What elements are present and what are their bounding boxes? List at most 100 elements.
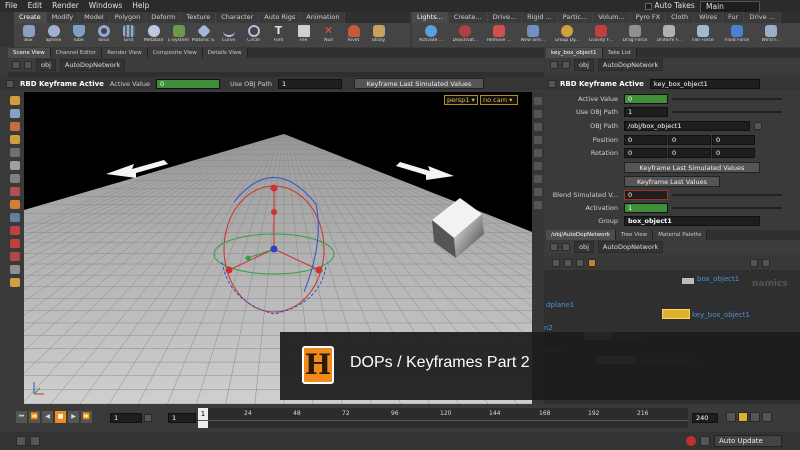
node-chooser-icon[interactable] <box>754 122 762 130</box>
shelf-tab-animation[interactable]: Animation <box>301 12 346 23</box>
tool-wind-force[interactable]: Wind F... <box>754 23 788 47</box>
obj-path-input[interactable]: /obj/box_object1 <box>624 121 750 131</box>
tool-box[interactable]: Box <box>16 23 41 47</box>
shelf-tab-texture[interactable]: Texture <box>181 12 217 23</box>
step-back-icon[interactable]: ⏪ <box>29 411 40 423</box>
play-reverse-icon[interactable]: ◀ <box>42 411 53 423</box>
menu-render[interactable]: Render <box>47 0 84 12</box>
tab-details-view[interactable]: Details View <box>202 48 248 58</box>
tool-remove[interactable]: Remove ... <box>482 23 516 47</box>
shelf-tab-volume[interactable]: Volum... <box>593 12 631 23</box>
keyframe-last-values-button[interactable]: Keyframe Last Values <box>624 175 720 187</box>
use-obj-path-input[interactable]: 1 <box>624 107 668 117</box>
auto-takes-toggle[interactable]: Auto Takes <box>640 0 700 12</box>
back-icon[interactable] <box>12 61 20 69</box>
node-key-box-object1[interactable] <box>662 309 690 319</box>
tab-take-list[interactable]: Take List <box>602 48 638 58</box>
tool-grid[interactable]: Grid <box>116 23 141 47</box>
tool-torus[interactable]: Torus <box>91 23 116 47</box>
tool-sphere[interactable]: Sphere <box>41 23 66 47</box>
tab-node-params[interactable]: key_box_object1 <box>546 48 603 58</box>
rotate-tool-icon[interactable] <box>10 122 20 131</box>
shelf-tab-pyro[interactable]: Pyro FX <box>630 12 667 23</box>
ghost-icon[interactable] <box>10 265 20 274</box>
lighting-icon[interactable] <box>534 136 542 144</box>
tool-metaball[interactable]: Metaball <box>141 23 166 47</box>
menu-edit[interactable]: Edit <box>23 0 48 12</box>
grid-toggle-icon[interactable] <box>534 123 542 131</box>
key-icon[interactable] <box>16 436 26 446</box>
shelf-tab-rigid[interactable]: Rigid ... <box>522 12 558 23</box>
tab-network-path[interactable]: /obj/AutoDopNetwork <box>546 230 616 240</box>
tab-material-palette[interactable]: Material Palette <box>653 230 708 240</box>
frame-step-down-icon[interactable] <box>144 414 152 422</box>
render-region-icon[interactable] <box>10 187 20 196</box>
tool-tube[interactable]: Tube <box>66 23 91 47</box>
keyframe-icon[interactable] <box>726 412 736 422</box>
position-z-input[interactable]: 0 <box>712 135 755 145</box>
back-icon[interactable] <box>550 61 558 69</box>
close-icon[interactable] <box>762 259 770 267</box>
points-icon[interactable] <box>534 188 542 196</box>
shelf-tab-drive[interactable]: Drive... <box>487 12 523 23</box>
shelf-tab-model[interactable]: Model <box>79 12 110 23</box>
audio-icon[interactable] <box>750 412 760 422</box>
shelf-tab-modify[interactable]: Modify <box>46 12 80 23</box>
current-frame-field[interactable]: 1 <box>110 413 142 423</box>
active-value-slider[interactable] <box>672 98 782 100</box>
back-icon[interactable] <box>550 243 558 251</box>
step-forward-icon[interactable]: ⏩ <box>81 411 92 423</box>
path-crumb-network[interactable]: AutoDopNetwork <box>597 241 664 253</box>
display-icon[interactable] <box>10 252 20 261</box>
tool-group-dyn[interactable]: Group Dy... <box>550 23 584 47</box>
tab-render-view[interactable]: Render View <box>102 48 148 58</box>
menu-help[interactable]: Help <box>127 0 154 12</box>
path-crumb-obj[interactable]: obj <box>574 241 594 253</box>
active-value-field[interactable]: 0 <box>155 78 220 89</box>
position-x-input[interactable]: 0 <box>624 135 667 145</box>
background-icon[interactable] <box>534 149 542 157</box>
auto-takes-checkbox[interactable] <box>645 2 652 10</box>
pose-tool-icon[interactable] <box>10 161 20 170</box>
grid-view-icon[interactable] <box>576 259 584 267</box>
layout-icon[interactable] <box>564 259 572 267</box>
path-crumb-obj[interactable]: obj <box>574 59 594 71</box>
tab-composite-view[interactable]: Composite View <box>147 48 203 58</box>
activation-slider[interactable] <box>672 207 782 209</box>
realtime-icon[interactable] <box>738 412 748 422</box>
node-box-object1[interactable] <box>682 278 694 284</box>
auto-update-select[interactable]: Auto Update <box>714 435 782 447</box>
view-tool-icon[interactable] <box>10 174 20 183</box>
snap-icon[interactable] <box>10 200 20 209</box>
rotation-z-input[interactable]: 0 <box>712 148 755 158</box>
shelf-tab-particles[interactable]: Partic... <box>557 12 594 23</box>
tool-rivet[interactable]: Rivet <box>341 23 366 47</box>
list-mode-icon[interactable] <box>552 259 560 267</box>
wireframe-icon[interactable] <box>10 278 20 287</box>
tool-curve[interactable]: Curve <box>216 23 241 47</box>
shelf-tab-create-right[interactable]: Create... <box>448 12 488 23</box>
activation-input[interactable]: 1 <box>624 203 668 213</box>
menu-file[interactable]: File <box>0 0 23 12</box>
path-crumb-network[interactable]: AutoDopNetwork <box>59 59 126 71</box>
blend-slider[interactable] <box>672 194 782 196</box>
rotation-y-input[interactable]: 0 <box>668 148 711 158</box>
path-crumb-network[interactable]: AutoDopNetwork <box>597 59 664 71</box>
tool-drag-force[interactable]: Drag Force <box>618 23 652 47</box>
sticky-note-icon[interactable] <box>588 259 596 267</box>
forward-icon[interactable] <box>24 61 32 69</box>
tool-new-sim[interactable]: New Sim... <box>516 23 550 47</box>
global-settings-icon[interactable] <box>762 412 772 422</box>
shelf-tab-character[interactable]: Character <box>216 12 260 23</box>
blend-input[interactable]: 0 <box>624 190 668 200</box>
flipbook-icon[interactable] <box>10 239 20 248</box>
tool-gravity[interactable]: Gravity F... <box>584 23 618 47</box>
shelf-tab-wires[interactable]: Wires <box>694 12 724 23</box>
shelf-tab-lights[interactable]: Lights... <box>412 12 449 23</box>
display-options-icon[interactable] <box>534 97 542 105</box>
tool-activate[interactable]: Activate ... <box>414 23 448 47</box>
group-input[interactable]: box_object1 <box>624 216 760 226</box>
start-frame-field[interactable]: 1 <box>168 413 196 423</box>
tool-sticky[interactable]: Sticky <box>366 23 391 47</box>
use-obj-path-slider[interactable] <box>672 111 782 113</box>
